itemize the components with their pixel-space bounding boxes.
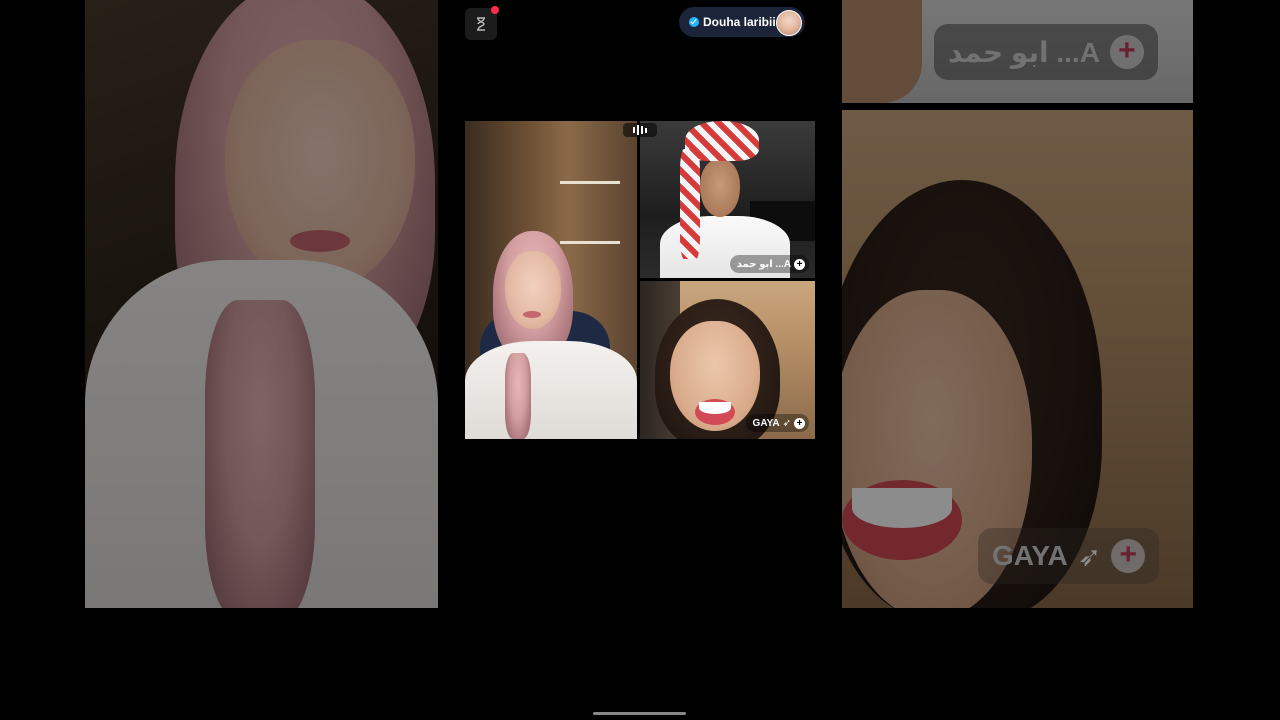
background-right-top-video: ابو حمد ...A +: [842, 0, 1193, 103]
host-name: Douha laribii: [703, 15, 776, 29]
audio-indicator-icon: [623, 123, 657, 137]
background-right-bottom-video: GAYA ➶ +: [842, 110, 1193, 608]
guest-tile-abu-hamad[interactable]: ابو حمد ...A +: [640, 121, 815, 278]
guest-name-tag: GAYA ➶ +: [745, 414, 809, 432]
right-top-name-label: ابو حمد ...A: [948, 36, 1100, 68]
bird-icon: ➶: [782, 417, 791, 429]
hourglass-button[interactable]: [465, 6, 499, 40]
guest-name-tag: ابو حمد ...A +: [729, 255, 809, 273]
background-left-video: [85, 0, 438, 608]
guest-tile-host[interactable]: [465, 121, 637, 439]
plus-icon[interactable]: +: [1111, 539, 1146, 573]
plus-icon[interactable]: +: [794, 417, 805, 429]
bird-icon: ➶: [1077, 540, 1102, 572]
right-top-name-tag: ابو حمد ...A +: [934, 24, 1158, 80]
guest-name-label: ابو حمد ...A: [736, 258, 791, 270]
plus-icon[interactable]: +: [1109, 35, 1144, 69]
plus-icon[interactable]: +: [794, 258, 805, 270]
notification-dot: [491, 6, 499, 14]
right-bottom-name-label: GAYA: [992, 540, 1068, 571]
guest-name-label: GAYA: [752, 417, 780, 429]
hourglass-icon: [477, 17, 485, 31]
host-avatar[interactable]: [776, 10, 802, 36]
verified-badge-icon: [689, 17, 699, 27]
home-indicator[interactable]: [593, 712, 686, 715]
host-profile-pill[interactable]: Douha laribii: [679, 7, 805, 37]
guest-grid: ابو حمد ...A + GAYA ➶ +: [465, 121, 815, 439]
right-bottom-name-tag: GAYA ➶ +: [978, 528, 1160, 584]
guest-tile-gaya[interactable]: GAYA ➶ +: [640, 281, 815, 439]
